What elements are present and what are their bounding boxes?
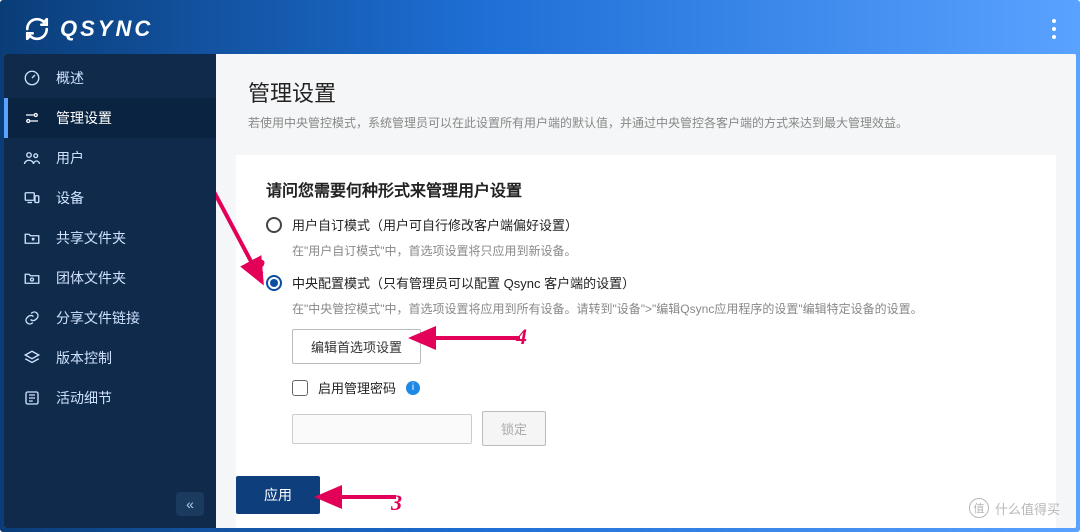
content: 管理设置 若使用中央管控模式，系统管理员可以在此设置所有用户端的默认值，并通过中…: [216, 54, 1076, 528]
titlebar: QSYNC: [4, 4, 1076, 54]
sidebar-item-version-control[interactable]: 版本控制: [4, 338, 216, 378]
layers-icon: [22, 349, 42, 367]
sidebar-item-label: 团体文件夹: [56, 268, 126, 288]
more-menu-icon[interactable]: [1052, 19, 1056, 39]
radio-icon: [266, 217, 282, 233]
radio-icon: [266, 275, 282, 291]
radio-label: 用户自订模式（用户可自行修改客户端偏好设置）: [292, 215, 578, 234]
sidebar-item-team-folders[interactable]: 团体文件夹: [4, 258, 216, 298]
sliders-icon: [22, 109, 42, 127]
sidebar-item-label: 概述: [56, 68, 84, 88]
page-description: 若使用中央管控模式，系统管理员可以在此设置所有用户端的默认值，并通过中央管控各客…: [248, 114, 1044, 133]
option-user-hint: 在"用户自订模式"中，首选项设置将只应用到新设备。: [292, 242, 1026, 259]
sidebar-item-label: 设备: [56, 188, 84, 208]
sidebar-item-label: 版本控制: [56, 348, 112, 368]
checkbox-icon: [292, 380, 308, 396]
apply-button[interactable]: 应用: [236, 476, 320, 514]
chevrons-left-icon: «: [186, 496, 194, 512]
sync-icon: [24, 16, 50, 42]
link-icon: [22, 309, 42, 327]
devices-icon: [22, 189, 42, 207]
footer-actions: 应用: [236, 476, 320, 514]
sidebar: 概述 管理设置 用户: [4, 54, 216, 528]
page-header: 管理设置 若使用中央管控模式，系统管理员可以在此设置所有用户端的默认值，并通过中…: [216, 54, 1076, 149]
page-title: 管理设置: [248, 76, 1044, 108]
sidebar-item-label: 用户: [56, 148, 84, 168]
users-icon: [22, 149, 42, 167]
lock-button[interactable]: 锁定: [482, 411, 546, 446]
admin-password-input[interactable]: [292, 414, 472, 444]
sidebar-item-shared-folders[interactable]: 共享文件夹: [4, 218, 216, 258]
collapse-sidebar-button[interactable]: «: [176, 492, 204, 516]
section-question: 请问您需要何种形式来管理用户设置: [266, 177, 1026, 201]
sidebar-item-devices[interactable]: 设备: [4, 178, 216, 218]
radio-user-mode[interactable]: 用户自订模式（用户可自行修改客户端偏好设置）: [266, 215, 1026, 234]
sidebar-item-label: 共享文件夹: [56, 228, 126, 248]
watermark-icon: 值: [969, 498, 989, 518]
settings-panel: 请问您需要何种形式来管理用户设置 用户自订模式（用户可自行修改客户端偏好设置） …: [236, 155, 1056, 528]
option-user-mode: 用户自订模式（用户可自行修改客户端偏好设置） 在"用户自订模式"中，首选项设置将…: [266, 215, 1026, 259]
info-icon[interactable]: i: [406, 381, 420, 395]
sidebar-item-users[interactable]: 用户: [4, 138, 216, 178]
watermark: 值 什么值得买: [969, 498, 1060, 518]
activity-icon: [22, 389, 42, 407]
watermark-text: 什么值得买: [995, 499, 1060, 518]
enable-admin-password-row[interactable]: 启用管理密码 i: [292, 378, 1026, 397]
radio-label: 中央配置模式（只有管理员可以配置 Qsync 客户端的设置）: [292, 273, 635, 292]
sidebar-item-label: 管理设置: [56, 108, 112, 128]
edit-preferences-button[interactable]: 编辑首选项设置: [292, 329, 421, 364]
checkbox-label: 启用管理密码: [318, 378, 396, 397]
folder-share-icon: [22, 229, 42, 247]
sidebar-item-label: 分享文件链接: [56, 308, 140, 328]
option-central-mode: 中央配置模式（只有管理员可以配置 Qsync 客户端的设置） 在"中央管控模式"…: [266, 273, 1026, 446]
sidebar-item-overview[interactable]: 概述: [4, 58, 216, 98]
sidebar-item-management-settings[interactable]: 管理设置: [4, 98, 216, 138]
gauge-icon: [22, 69, 42, 87]
folder-team-icon: [22, 269, 42, 287]
radio-central-mode[interactable]: 中央配置模式（只有管理员可以配置 Qsync 客户端的设置）: [266, 273, 1026, 292]
app-name: QSYNC: [60, 16, 153, 42]
sidebar-item-label: 活动细节: [56, 388, 112, 408]
sidebar-item-share-links[interactable]: 分享文件链接: [4, 298, 216, 338]
app-window: QSYNC 概述 管理设置: [0, 0, 1080, 532]
option-central-hint: 在"中央管控模式"中，首选项设置将应用到所有设备。请转到"设备">"编辑Qsyn…: [292, 300, 1026, 317]
sidebar-item-activity-details[interactable]: 活动细节: [4, 378, 216, 418]
app-logo: QSYNC: [24, 16, 153, 42]
